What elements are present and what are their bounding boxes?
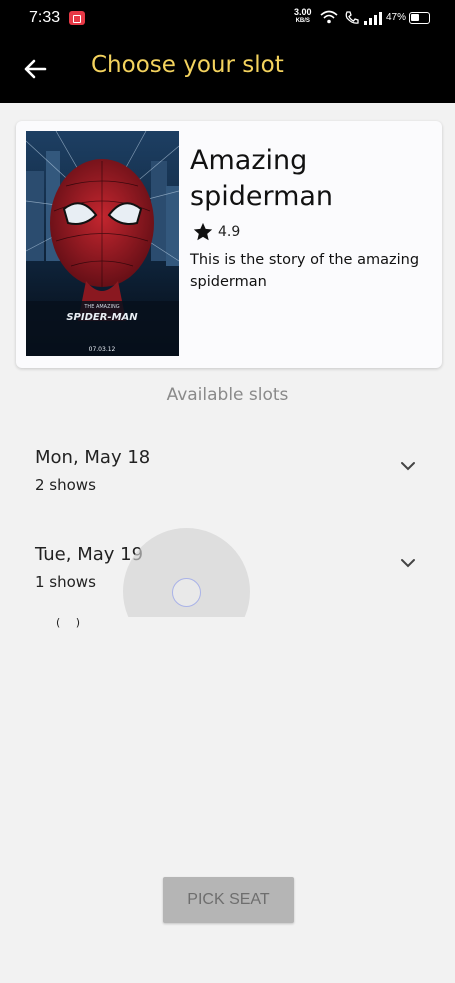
movie-title: Amazing spiderman [190,145,334,212]
slot-date: Tue, May 19 [35,544,144,565]
network-speed: 3.00 KB/S [294,8,312,26]
touch-indicator [172,578,201,607]
back-arrow-icon[interactable] [20,54,50,84]
rating-value: 4.9 [218,224,241,240]
star-icon [193,222,213,241]
movie-card[interactable]: THE AMAZING SPIDER-MAN 07.03.12 Amazing … [16,121,442,368]
slot-item[interactable]: Mon, May 18 2 shows [0,447,455,517]
available-slots-heading: Available slots [166,385,289,405]
wifi-calling-icon [345,11,359,24]
pick-seat-button[interactable]: PICK SEAT [163,877,294,923]
chevron-down-icon[interactable] [399,556,417,570]
poster-release-date: 07.03.12 [89,346,116,353]
status-time: 7:33 [29,9,61,26]
poster-logo-line2: SPIDER-MAN [66,312,138,323]
battery-icon [409,12,430,24]
app-bar: Choose your slot [0,38,455,103]
wifi-icon [320,10,338,24]
slot-shows-count: 2 shows [35,476,96,494]
battery-percent: 47% [386,12,407,23]
poster-logo-line1: THE AMAZING [83,304,119,310]
slot-shows-count: 1 shows [35,573,96,591]
movie-poster: THE AMAZING SPIDER-MAN 07.03.12 [26,131,179,356]
status-bar: 7:33 3.00 KB/S 47% [0,0,455,38]
chevron-down-icon[interactable] [399,459,417,473]
slot-date: Mon, May 18 [35,447,151,468]
page-title: Choose your slot [91,52,284,78]
network-speed-value: 3.00 [294,7,312,17]
movie-description: This is the story of the amazing spiderm… [190,252,420,290]
signal-icon [364,12,382,25]
movie-rating: 4.9 [192,221,240,243]
screen-record-icon [69,11,85,25]
loading-indicator: ( ) [56,616,87,629]
network-speed-unit: KB/S [295,18,310,24]
